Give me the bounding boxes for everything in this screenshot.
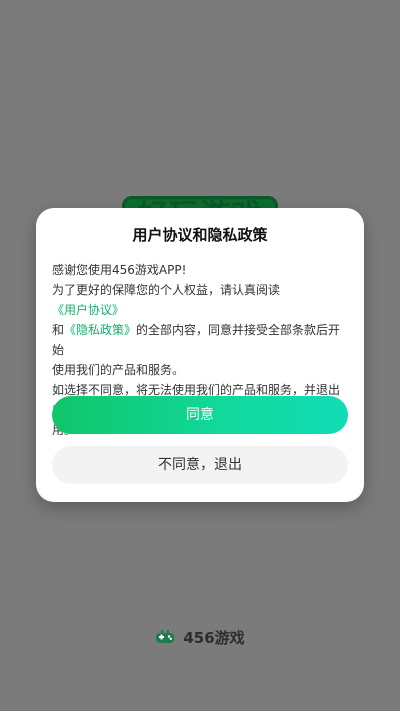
body-line-privacy: 和《隐私政策》的全部内容，同意并接受全部条款后开始	[52, 320, 348, 360]
privacy-policy-link[interactable]: 《隐私政策》	[64, 323, 136, 337]
body-text: 和	[52, 323, 65, 337]
agree-button[interactable]: 同意	[52, 396, 348, 434]
body-line-welcome: 感谢您使用456游戏APP!	[52, 263, 187, 277]
gamepad-icon	[155, 629, 175, 645]
body-line-use: 使用我们的产品和服务。	[52, 363, 185, 377]
body-text: 为了更好的保障您的个人权益，请认真阅读	[52, 283, 281, 297]
dialog-title: 用户协议和隐私政策	[132, 226, 268, 244]
brand-footer: 456游戏	[0, 623, 400, 651]
user-agreement-link[interactable]: 《用户协议》	[52, 303, 124, 317]
body-line-read: 为了更好的保障您的个人权益，请认真阅读《用户协议》	[52, 280, 348, 320]
privacy-dialog: 用户协议和隐私政策 感谢您使用456游戏APP! 为了更好的保障您的个人权益，请…	[36, 208, 364, 502]
decline-exit-button[interactable]: 不同意，退出	[52, 446, 348, 484]
brand-name: 456游戏	[183, 628, 245, 647]
